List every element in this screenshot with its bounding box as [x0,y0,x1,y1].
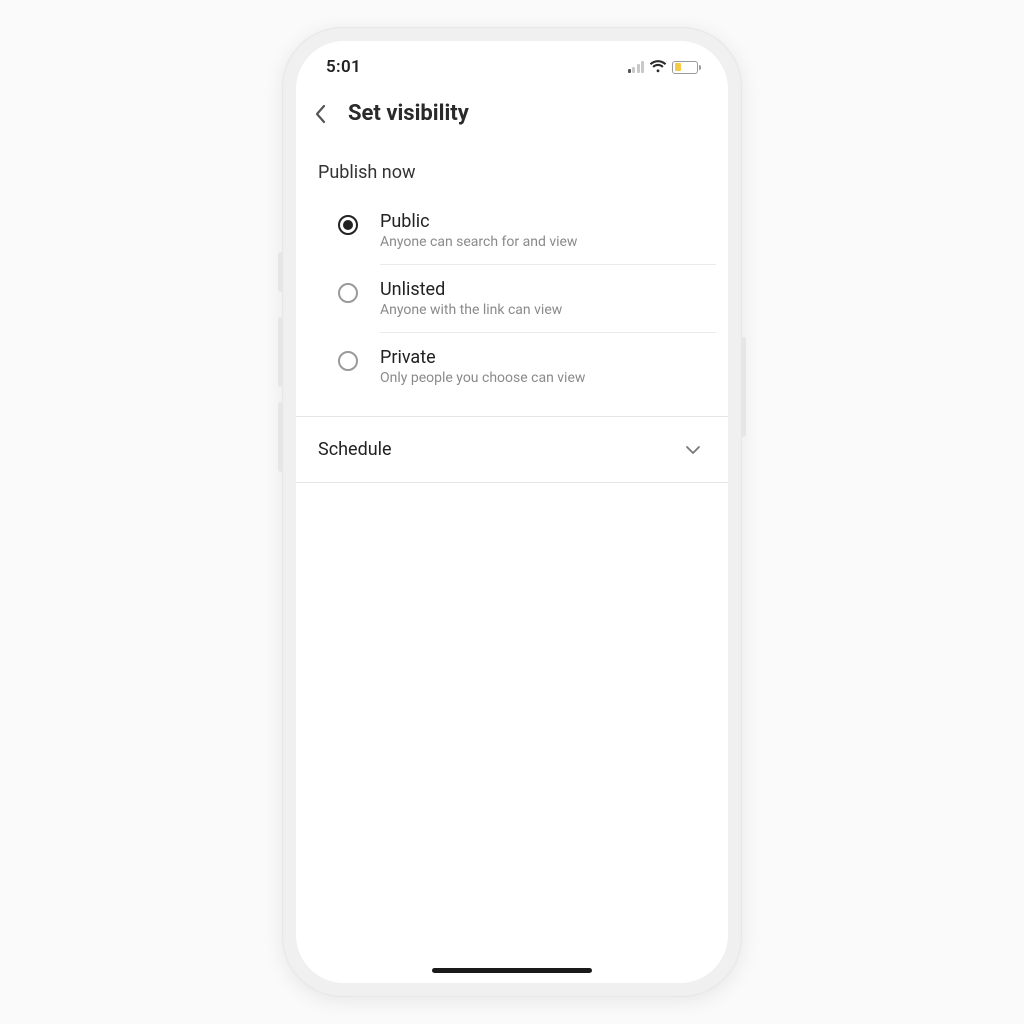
option-desc: Anyone with the link can view [380,302,706,318]
radio-public[interactable] [338,215,358,235]
wifi-icon [649,60,667,74]
radio-unlisted[interactable] [338,283,358,303]
option-title: Unlisted [380,279,706,300]
status-bar: 5:01 [296,47,728,87]
visibility-option-public[interactable]: Public Anyone can search for and view [296,197,728,264]
status-icons [628,60,699,74]
option-text: Unlisted Anyone with the link can view [380,279,706,318]
volume-up-button [278,317,283,387]
cellular-signal-icon [628,61,645,73]
chevron-down-icon [684,444,702,456]
option-title: Private [380,347,706,368]
phone-frame: 5:01 Set visibi [282,27,742,997]
option-title: Public [380,211,706,232]
option-desc: Anyone can search for and view [380,234,706,250]
schedule-label: Schedule [318,439,392,460]
screen: 5:01 Set visibi [296,41,728,983]
page-title: Set visibility [348,101,469,126]
schedule-row[interactable]: Schedule [296,417,728,483]
status-time: 5:01 [326,57,361,77]
chevron-left-icon [314,104,326,124]
visibility-option-unlisted[interactable]: Unlisted Anyone with the link can view [296,265,728,332]
volume-down-button [278,402,283,472]
option-text: Public Anyone can search for and view [380,211,706,250]
option-desc: Only people you choose can view [380,370,706,386]
visibility-option-private[interactable]: Private Only people you choose can view [296,333,728,400]
home-indicator[interactable] [432,968,592,973]
publish-section-label: Publish now [296,136,728,197]
radio-private[interactable] [338,351,358,371]
side-button [278,252,283,292]
option-text: Private Only people you choose can view [380,347,706,386]
header: Set visibility [296,87,728,136]
power-button [741,337,746,437]
back-button[interactable] [314,102,334,126]
battery-icon [672,61,698,74]
